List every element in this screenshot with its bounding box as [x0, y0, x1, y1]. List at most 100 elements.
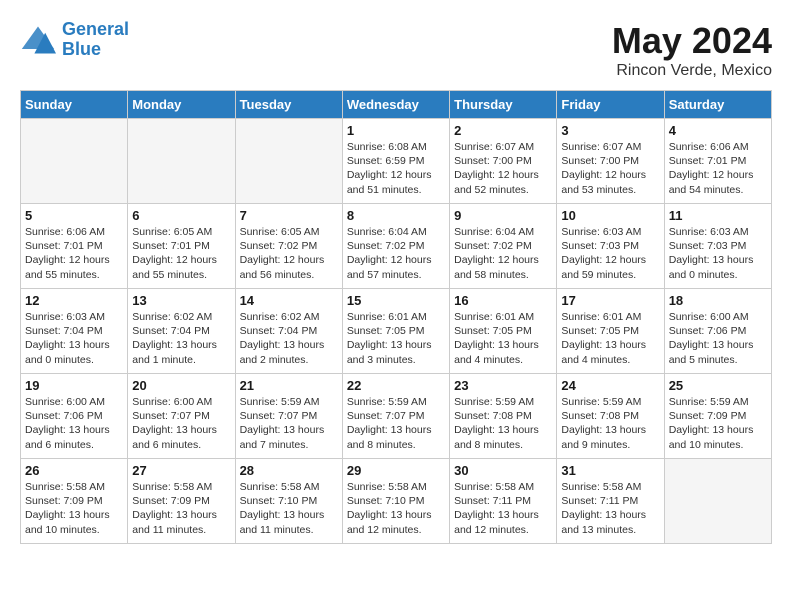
weekday-header-thursday: Thursday	[450, 91, 557, 119]
page-header: General Blue May 2024 Rincon Verde, Mexi…	[20, 20, 772, 80]
calendar-cell-w0d2	[235, 119, 342, 204]
day-info: Sunrise: 6:06 AMSunset: 7:01 PMDaylight:…	[25, 225, 123, 282]
day-number: 5	[25, 208, 123, 223]
calendar-cell-w3d3: 22 Sunrise: 5:59 AMSunset: 7:07 PMDayligh…	[342, 374, 449, 459]
calendar-cell-w3d1: 20 Sunrise: 6:00 AMSunset: 7:07 PMDayligh…	[128, 374, 235, 459]
day-info: Sunrise: 5:58 AMSunset: 7:10 PMDaylight:…	[347, 480, 445, 537]
day-number: 14	[240, 293, 338, 308]
weekday-header-friday: Friday	[557, 91, 664, 119]
day-number: 28	[240, 463, 338, 478]
day-number: 31	[561, 463, 659, 478]
day-info: Sunrise: 6:03 AMSunset: 7:04 PMDaylight:…	[25, 310, 123, 367]
day-number: 17	[561, 293, 659, 308]
day-info: Sunrise: 6:05 AMSunset: 7:01 PMDaylight:…	[132, 225, 230, 282]
day-number: 20	[132, 378, 230, 393]
day-number: 16	[454, 293, 552, 308]
calendar-cell-w4d5: 31 Sunrise: 5:58 AMSunset: 7:11 PMDayligh…	[557, 459, 664, 544]
location: Rincon Verde, Mexico	[612, 62, 772, 80]
day-info: Sunrise: 5:58 AMSunset: 7:09 PMDaylight:…	[25, 480, 123, 537]
day-number: 4	[669, 123, 767, 138]
calendar-cell-w1d1: 6 Sunrise: 6:05 AMSunset: 7:01 PMDaylight…	[128, 204, 235, 289]
calendar-cell-w4d0: 26 Sunrise: 5:58 AMSunset: 7:09 PMDayligh…	[21, 459, 128, 544]
day-info: Sunrise: 6:00 AMSunset: 7:07 PMDaylight:…	[132, 395, 230, 452]
calendar-cell-w3d2: 21 Sunrise: 5:59 AMSunset: 7:07 PMDayligh…	[235, 374, 342, 459]
weekday-header-monday: Monday	[128, 91, 235, 119]
calendar-cell-w3d0: 19 Sunrise: 6:00 AMSunset: 7:06 PMDayligh…	[21, 374, 128, 459]
day-info: Sunrise: 6:04 AMSunset: 7:02 PMDaylight:…	[454, 225, 552, 282]
calendar-cell-w2d2: 14 Sunrise: 6:02 AMSunset: 7:04 PMDayligh…	[235, 289, 342, 374]
day-info: Sunrise: 5:58 AMSunset: 7:11 PMDaylight:…	[561, 480, 659, 537]
calendar-cell-w3d6: 25Sunrise: 5:59 AMSunset: 7:09 PMDayligh…	[664, 374, 771, 459]
calendar-cell-w0d6: 4 Sunrise: 6:06 AMSunset: 7:01 PMDaylight…	[664, 119, 771, 204]
calendar-cell-w1d4: 9 Sunrise: 6:04 AMSunset: 7:02 PMDaylight…	[450, 204, 557, 289]
calendar-cell-w1d0: 5 Sunrise: 6:06 AMSunset: 7:01 PMDaylight…	[21, 204, 128, 289]
logo-line1: General	[62, 19, 129, 39]
day-number: 24	[561, 378, 659, 393]
day-info: Sunrise: 5:59 AMSunset: 7:08 PMDaylight:…	[454, 395, 552, 452]
day-number: 3	[561, 123, 659, 138]
month-title: May 2024	[612, 20, 772, 62]
day-number: 6	[132, 208, 230, 223]
day-info: Sunrise: 5:59 AMSunset: 7:07 PMDaylight:…	[240, 395, 338, 452]
day-number: 23	[454, 378, 552, 393]
calendar-cell-w4d4: 30 Sunrise: 5:58 AMSunset: 7:11 PMDayligh…	[450, 459, 557, 544]
calendar-cell-w2d3: 15 Sunrise: 6:01 AMSunset: 7:05 PMDayligh…	[342, 289, 449, 374]
day-info: Sunrise: 6:03 AMSunset: 7:03 PMDaylight:…	[669, 225, 767, 282]
day-number: 8	[347, 208, 445, 223]
day-number: 10	[561, 208, 659, 223]
day-number: 1	[347, 123, 445, 138]
day-number: 2	[454, 123, 552, 138]
day-info: Sunrise: 6:00 AMSunset: 7:06 PMDaylight:…	[25, 395, 123, 452]
weekday-header-saturday: Saturday	[664, 91, 771, 119]
day-number: 30	[454, 463, 552, 478]
day-info: Sunrise: 5:58 AMSunset: 7:11 PMDaylight:…	[454, 480, 552, 537]
day-number: 29	[347, 463, 445, 478]
day-number: 9	[454, 208, 552, 223]
calendar-cell-w1d6: 11 Sunrise: 6:03 AMSunset: 7:03 PMDayligh…	[664, 204, 771, 289]
day-number: 19	[25, 378, 123, 393]
calendar-cell-w0d5: 3 Sunrise: 6:07 AMSunset: 7:00 PMDaylight…	[557, 119, 664, 204]
calendar-cell-w2d5: 17 Sunrise: 6:01 AMSunset: 7:05 PMDayligh…	[557, 289, 664, 374]
day-number: 21	[240, 378, 338, 393]
weekday-header-tuesday: Tuesday	[235, 91, 342, 119]
calendar-cell-w3d4: 23 Sunrise: 5:59 AMSunset: 7:08 PMDayligh…	[450, 374, 557, 459]
day-info: Sunrise: 6:04 AMSunset: 7:02 PMDaylight:…	[347, 225, 445, 282]
calendar-cell-w1d3: 8 Sunrise: 6:04 AMSunset: 7:02 PMDaylight…	[342, 204, 449, 289]
day-number: 26	[25, 463, 123, 478]
calendar-cell-w2d1: 13Sunrise: 6:02 AMSunset: 7:04 PMDayligh…	[128, 289, 235, 374]
day-info: Sunrise: 6:02 AMSunset: 7:04 PMDaylight:…	[240, 310, 338, 367]
logo: General Blue	[20, 20, 129, 60]
calendar-cell-w4d1: 27 Sunrise: 5:58 AMSunset: 7:09 PMDayligh…	[128, 459, 235, 544]
day-info: Sunrise: 5:58 AMSunset: 7:10 PMDaylight:…	[240, 480, 338, 537]
title-block: May 2024 Rincon Verde, Mexico	[612, 20, 772, 80]
day-number: 15	[347, 293, 445, 308]
calendar-cell-w4d6	[664, 459, 771, 544]
calendar-cell-w0d4: 2Sunrise: 6:07 AMSunset: 7:00 PMDaylight…	[450, 119, 557, 204]
day-info: Sunrise: 6:05 AMSunset: 7:02 PMDaylight:…	[240, 225, 338, 282]
day-info: Sunrise: 6:03 AMSunset: 7:03 PMDaylight:…	[561, 225, 659, 282]
calendar-cell-w4d2: 28 Sunrise: 5:58 AMSunset: 7:10 PMDayligh…	[235, 459, 342, 544]
day-info: Sunrise: 5:58 AMSunset: 7:09 PMDaylight:…	[132, 480, 230, 537]
day-info: Sunrise: 6:01 AMSunset: 7:05 PMDaylight:…	[561, 310, 659, 367]
weekday-header-sunday: Sunday	[21, 91, 128, 119]
day-info: Sunrise: 6:07 AMSunset: 7:00 PMDaylight:…	[561, 140, 659, 197]
calendar-cell-w2d4: 16 Sunrise: 6:01 AMSunset: 7:05 PMDayligh…	[450, 289, 557, 374]
calendar-cell-w3d5: 24 Sunrise: 5:59 AMSunset: 7:08 PMDayligh…	[557, 374, 664, 459]
day-number: 18	[669, 293, 767, 308]
day-info: Sunrise: 6:01 AMSunset: 7:05 PMDaylight:…	[454, 310, 552, 367]
day-info: Sunrise: 5:59 AMSunset: 7:07 PMDaylight:…	[347, 395, 445, 452]
day-info: Sunrise: 6:01 AMSunset: 7:05 PMDaylight:…	[347, 310, 445, 367]
day-info: Sunrise: 6:00 AMSunset: 7:06 PMDaylight:…	[669, 310, 767, 367]
day-number: 12	[25, 293, 123, 308]
day-number: 11	[669, 208, 767, 223]
logo-icon	[20, 22, 56, 58]
day-number: 13	[132, 293, 230, 308]
day-info: Sunrise: 5:59 AMSunset: 7:08 PMDaylight:…	[561, 395, 659, 452]
calendar-cell-w2d6: 18 Sunrise: 6:00 AMSunset: 7:06 PMDayligh…	[664, 289, 771, 374]
day-number: 7	[240, 208, 338, 223]
day-number: 25	[669, 378, 767, 393]
calendar-cell-w0d1	[128, 119, 235, 204]
day-number: 22	[347, 378, 445, 393]
day-info: Sunrise: 6:06 AMSunset: 7:01 PMDaylight:…	[669, 140, 767, 197]
day-number: 27	[132, 463, 230, 478]
